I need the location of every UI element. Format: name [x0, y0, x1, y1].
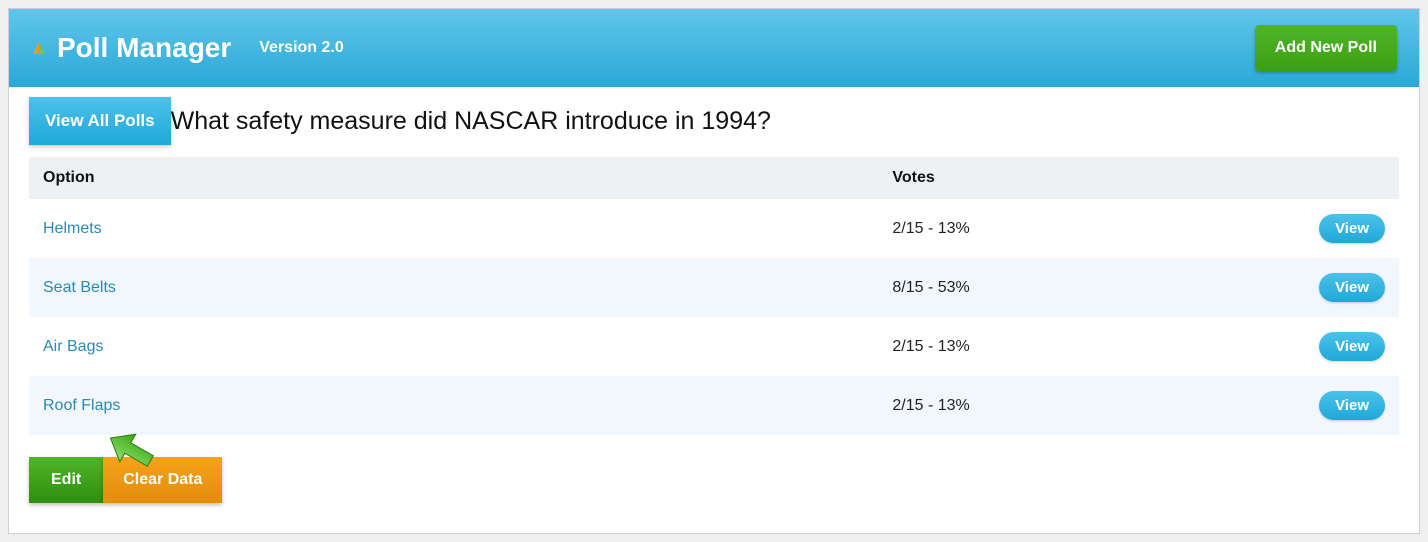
view-all-polls-button[interactable]: View All Polls: [29, 97, 171, 145]
poll-manager-panel: Poll Manager Version 2.0 Add New Poll Vi…: [8, 8, 1420, 534]
table-row: Roof Flaps 2/15 - 13% View: [29, 376, 1399, 435]
option-link[interactable]: Helmets: [43, 220, 102, 237]
header-votes: Votes: [878, 157, 1193, 199]
app-title: Poll Manager: [57, 32, 231, 64]
option-link[interactable]: Seat Belts: [43, 279, 116, 296]
header-option: Option: [29, 157, 878, 199]
edit-button[interactable]: Edit: [29, 457, 103, 503]
view-option-button[interactable]: View: [1319, 332, 1385, 361]
view-option-button[interactable]: View: [1319, 391, 1385, 420]
option-link[interactable]: Roof Flaps: [43, 397, 120, 414]
app-version: Version 2.0: [259, 39, 344, 57]
title-row: View All Polls What safety measure did N…: [29, 97, 1399, 145]
option-votes: 2/15 - 13%: [878, 199, 1193, 258]
add-new-poll-button[interactable]: Add New Poll: [1255, 25, 1397, 71]
options-table: Option Votes Helmets2/15 - 13%ViewSeat B…: [29, 157, 1399, 435]
option-link[interactable]: Air Bags: [43, 338, 103, 355]
option-votes: 2/15 - 13%: [878, 376, 1193, 435]
table-row: Air Bags 2/15 - 13% View: [29, 317, 1399, 376]
view-option-button[interactable]: View: [1319, 273, 1385, 302]
table-row: Helmets 2/15 - 13% View: [29, 199, 1399, 258]
option-votes: 8/15 - 53%: [878, 258, 1193, 317]
header-bar: Poll Manager Version 2.0 Add New Poll: [9, 9, 1419, 87]
clear-data-button[interactable]: Clear Data: [103, 457, 222, 503]
app-logo-icon: [31, 40, 47, 56]
header-action: [1193, 157, 1399, 199]
table-row: Seat Belts 8/15 - 53% View: [29, 258, 1399, 317]
option-votes: 2/15 - 13%: [878, 317, 1193, 376]
actions-row: Edit Clear Data: [29, 457, 1399, 503]
poll-question: What safety measure did NASCAR introduce…: [171, 107, 771, 136]
content-area: View All Polls What safety measure did N…: [9, 87, 1419, 533]
view-option-button[interactable]: View: [1319, 214, 1385, 243]
